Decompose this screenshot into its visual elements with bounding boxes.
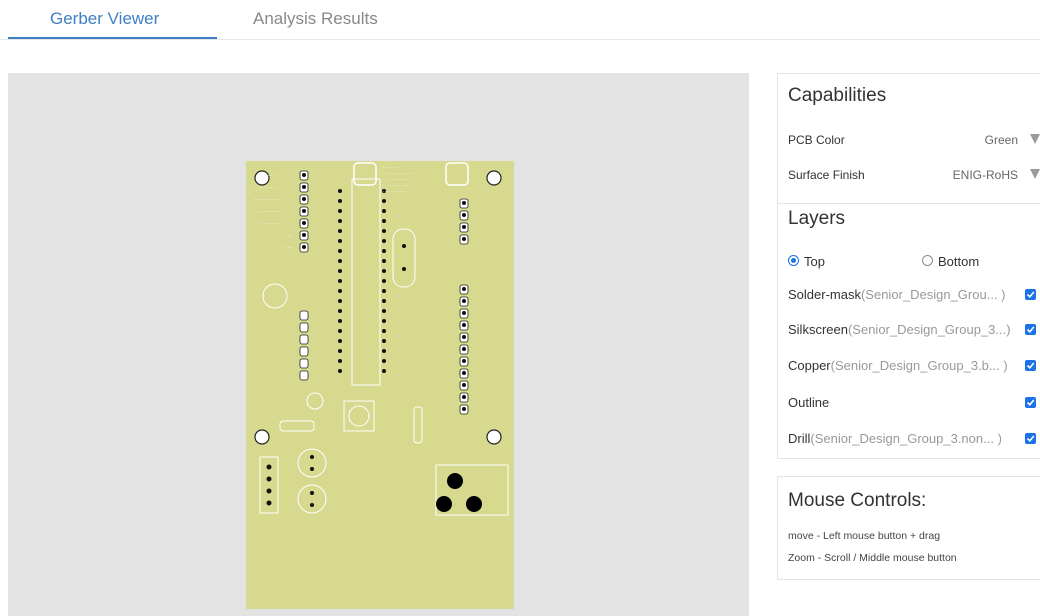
svg-text:-------------: -------------: [382, 171, 413, 176]
layer-name: Solder-mask: [788, 287, 861, 302]
outline-checkbox[interactable]: [1025, 397, 1036, 408]
layer-name: Drill: [788, 431, 811, 446]
copper-checkbox[interactable]: [1025, 360, 1036, 371]
mouse-controls-title: Mouse Controls:: [788, 490, 927, 511]
layer-row-outline: Outline: [788, 395, 1038, 413]
surface-finish-label: Surface Finish: [788, 168, 865, 182]
surface-finish-caret-icon: [1030, 169, 1040, 179]
svg-text:------: ------: [258, 173, 276, 179]
svg-text:---: ---: [284, 233, 293, 239]
silkscreen-checkbox[interactable]: [1025, 324, 1036, 335]
svg-text:---------: ---------: [254, 209, 281, 215]
layer-name: Copper: [788, 358, 831, 373]
tab-bar: Gerber Viewer Analysis Results: [0, 0, 1040, 40]
capabilities-title: Capabilities: [788, 85, 887, 106]
layer-row-copper: Copper(Senior_Design_Group_3.b... ): [788, 358, 1038, 376]
layer-file: (Senior_Design_Group_3.b... ): [830, 358, 1008, 373]
top-radio-label: Top: [804, 254, 825, 269]
svg-text:-------: -------: [260, 221, 281, 227]
layer-file: (Senior_Design_Group_3.non... ): [810, 431, 1002, 446]
mouse-move-hint: move - Left mouse button + drag: [788, 530, 941, 542]
layer-row-drill: Drill(Senior_Design_Group_3.non... ): [788, 431, 1038, 449]
layers-title: Layers: [788, 208, 846, 229]
svg-text:---- --: ---- --: [382, 165, 399, 170]
layer-name: Outline: [788, 395, 830, 410]
gerber-viewer-canvas[interactable]: ------ ------- --------- --------- ------- -…: [8, 73, 749, 616]
layer-file: (Senior_Design_Group_3...): [847, 322, 1011, 337]
svg-text:---: ---: [284, 245, 293, 251]
tab-analysis-results[interactable]: Analysis Results: [253, 9, 378, 29]
tab-gerber-viewer[interactable]: Gerber Viewer: [50, 9, 159, 29]
svg-text:-------: -------: [258, 185, 279, 191]
drill-checkbox[interactable]: [1025, 433, 1036, 444]
capabilities-panel: Capabilities PCB Color Green Surface Fin…: [777, 73, 1040, 204]
bottom-radio[interactable]: [922, 255, 933, 266]
layer-file: (Senior_Design_Grou... ): [860, 287, 1006, 302]
solder-mask-checkbox[interactable]: [1025, 289, 1036, 300]
pcb-color-caret-icon: [1030, 134, 1040, 144]
layers-panel: Layers Top Bottom Solder-mask(Senior_Des…: [777, 203, 1040, 459]
layer-name: Silkscreen: [788, 322, 848, 337]
pcb-color-value: Green: [984, 133, 1018, 147]
surface-finish-value: ENIG-RoHS: [952, 168, 1018, 182]
pcb-color-label: PCB Color: [788, 133, 845, 147]
layer-row-solder-mask: Solder-mask(Senior_Design_Grou... ): [788, 287, 1038, 305]
top-radio[interactable]: [788, 255, 799, 266]
svg-text:---------: ---------: [382, 189, 404, 194]
svg-text:---------: ---------: [254, 197, 281, 203]
bottom-radio-label: Bottom: [938, 254, 980, 269]
pcb-board-render: ---------------------- -----------------…: [246, 161, 514, 609]
svg-text:-----------: -----------: [382, 183, 409, 188]
svg-text:------------: ------------: [382, 177, 411, 182]
mouse-zoom-hint: Zoom - Scroll / Middle mouse button: [788, 552, 957, 564]
active-tab-indicator: [8, 37, 217, 39]
mouse-controls-panel: Mouse Controls: move - Left mouse button…: [777, 476, 1040, 580]
layer-row-silkscreen: Silkscreen(Senior_Design_Group_3...): [788, 322, 1038, 340]
side-selector: Top Bottom: [788, 254, 1028, 270]
